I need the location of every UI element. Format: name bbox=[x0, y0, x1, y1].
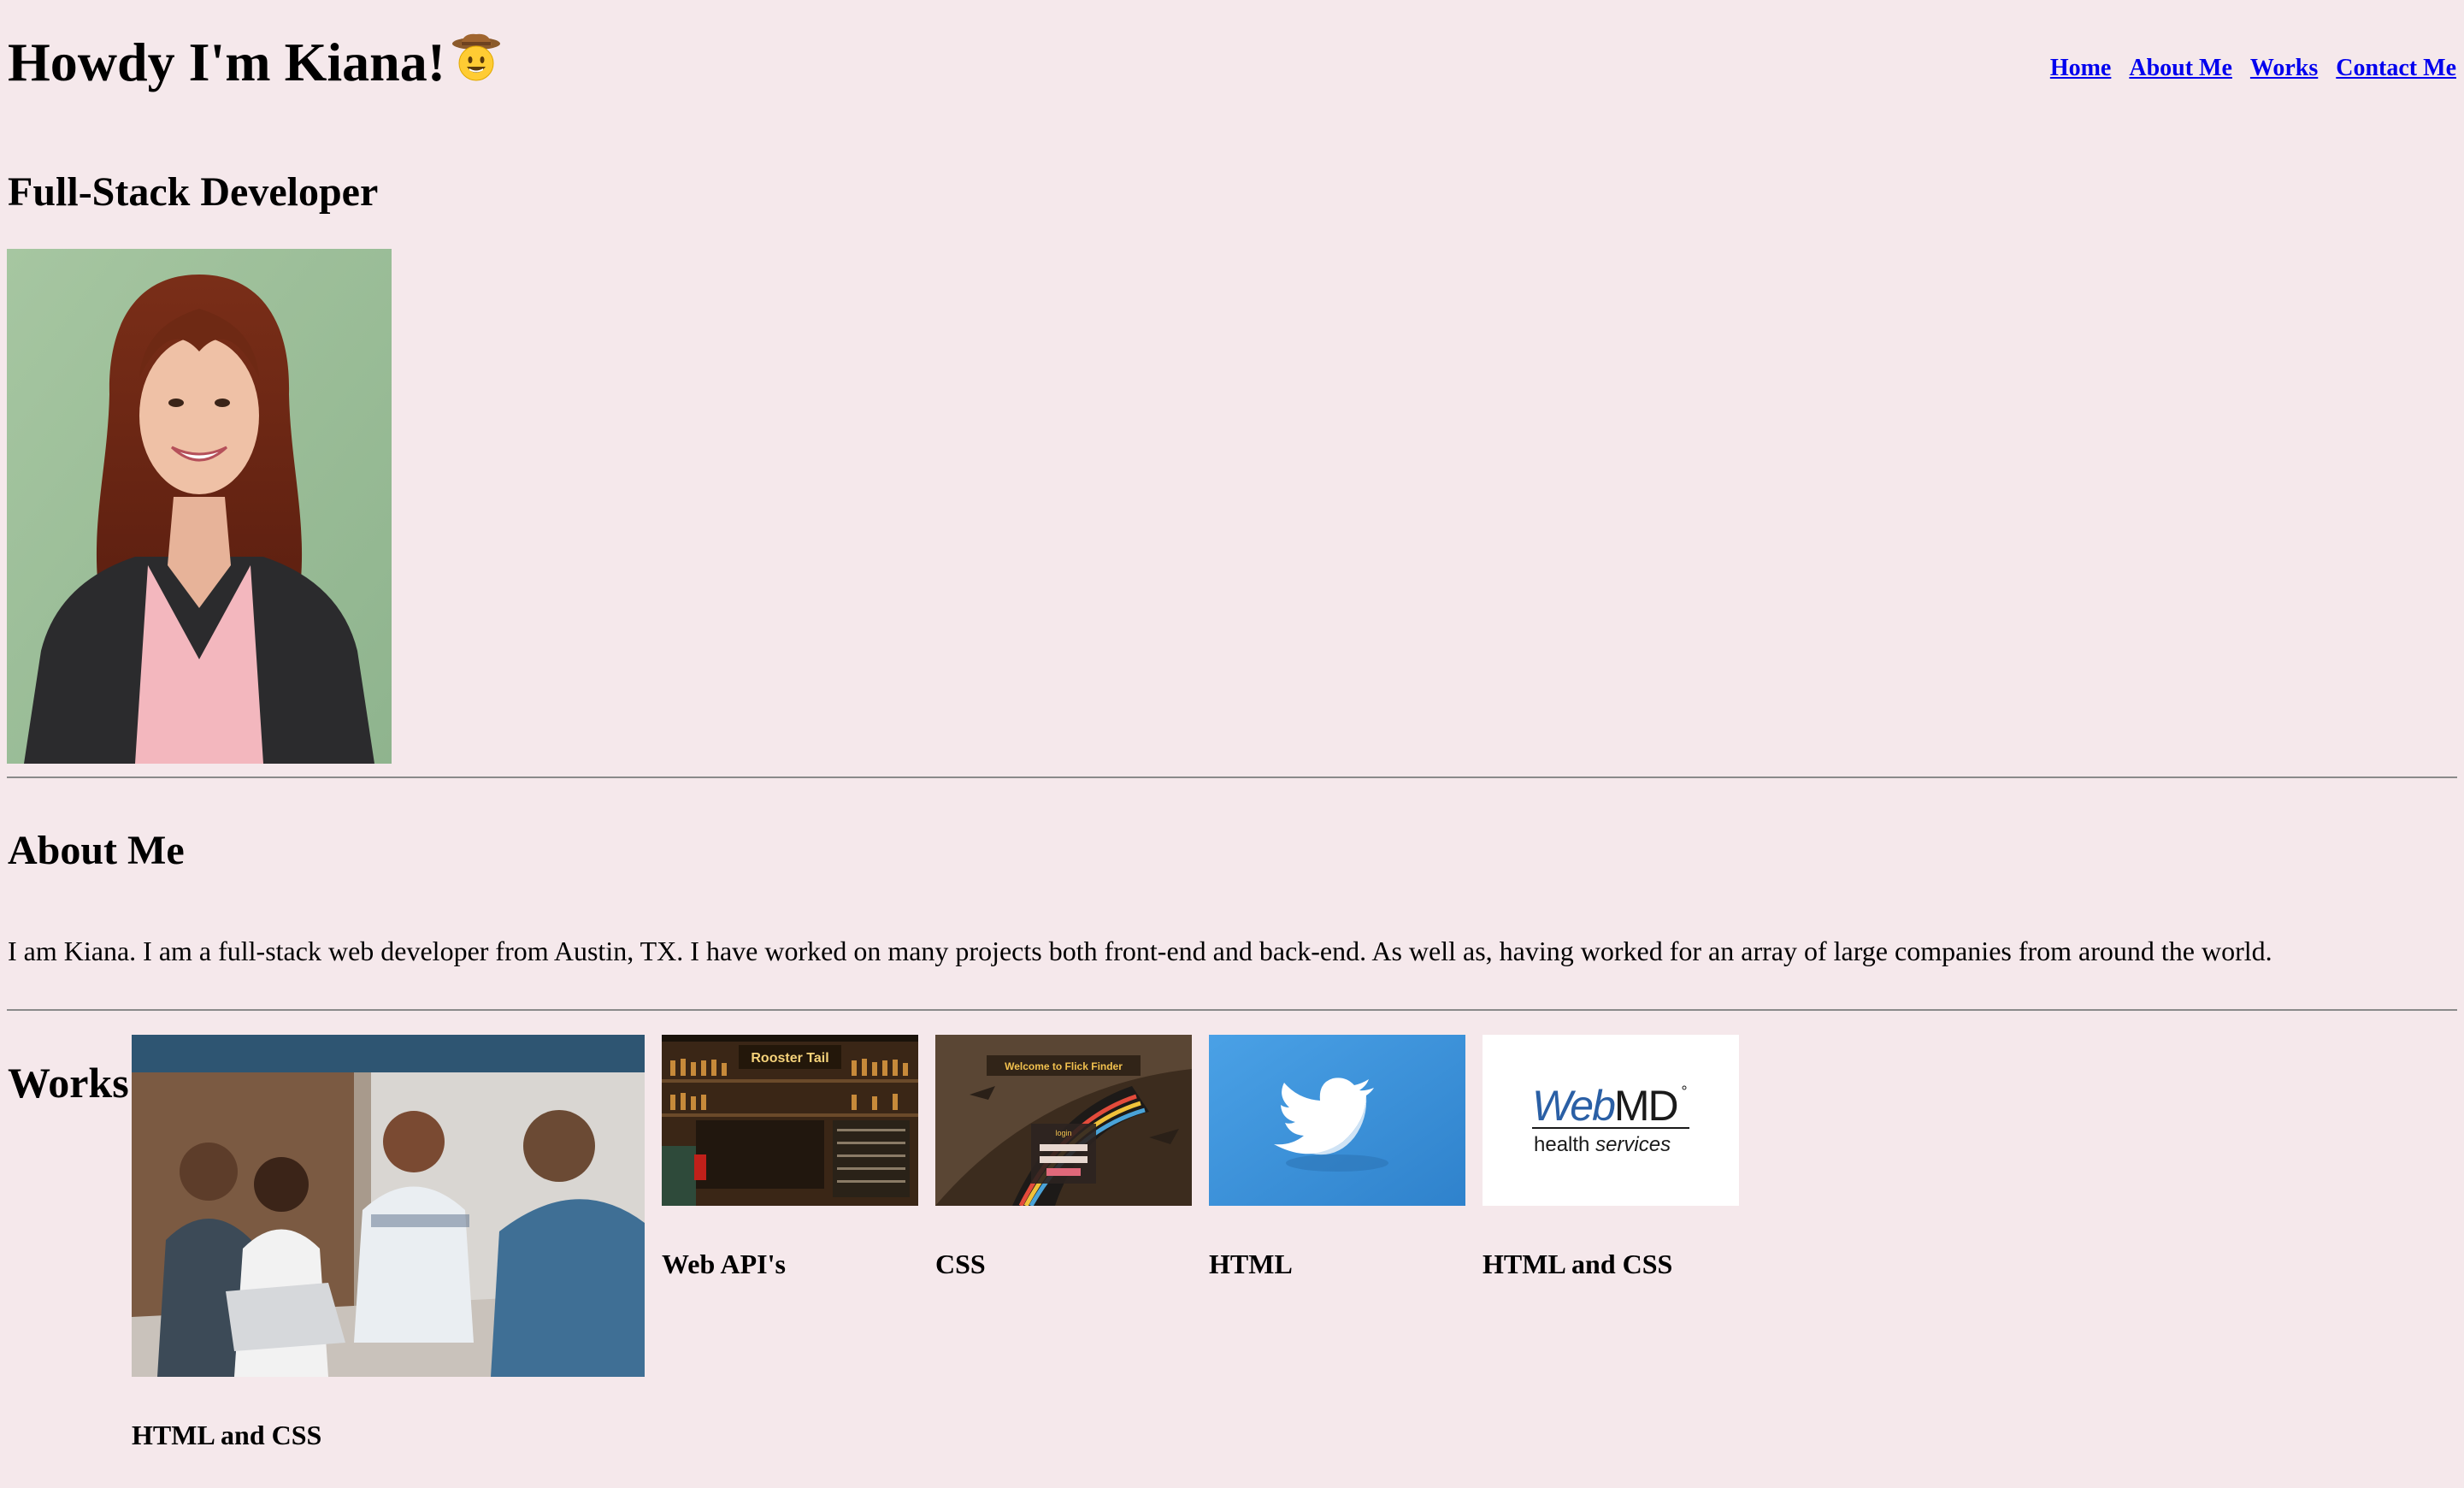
work-item-flick-finder[interactable]: Welcome to Flick Finder login CSS bbox=[935, 1035, 1192, 1279]
section-divider bbox=[7, 776, 2457, 778]
nav-about-me-link[interactable]: About Me bbox=[2129, 55, 2232, 81]
thumb-title: Welcome to Flick Finder bbox=[1005, 1060, 1123, 1072]
svg-text:health services: health services bbox=[1534, 1133, 1671, 1156]
thumb-subtitle: login bbox=[1055, 1129, 1071, 1137]
nav-works-link[interactable]: Works bbox=[2250, 55, 2318, 81]
work-label: HTML and CSS bbox=[132, 1420, 322, 1450]
portrait-photo bbox=[7, 249, 392, 764]
site-title: Howdy I'm Kiana! bbox=[8, 26, 502, 99]
nav-contact-me-link[interactable]: Contact Me bbox=[2336, 55, 2456, 81]
work-item-horiseon[interactable]: HTML and CSS bbox=[132, 1035, 645, 1450]
works-heading: Works bbox=[8, 1059, 129, 1107]
thumb-title: Rooster Tail bbox=[751, 1051, 828, 1066]
work-label: HTML and CSS bbox=[1483, 1249, 1673, 1279]
work-label: HTML bbox=[1209, 1249, 1293, 1279]
work-item-webmd[interactable]: WebMD health services HTML and CSS bbox=[1483, 1035, 1739, 1279]
work-item-rooster-tail[interactable]: Rooster Tail Web API's bbox=[662, 1035, 918, 1279]
about-text: I am Kiana. I am a full-stack web develo… bbox=[8, 936, 2272, 966]
work-item-twitter[interactable]: HTML bbox=[1209, 1035, 1465, 1279]
site-header: Howdy I'm Kiana! Home About Me Works Con… bbox=[0, 0, 2464, 120]
webmd-logo-md: MD bbox=[1614, 1082, 1677, 1130]
svg-text:WebMD: WebMD bbox=[1532, 1082, 1677, 1130]
webmd-logo-services: services bbox=[1595, 1133, 1671, 1156]
work-thumbnail-webmd[interactable]: WebMD health services bbox=[1483, 1035, 1739, 1206]
main-nav: Home About Me Works Contact Me bbox=[2038, 53, 2456, 84]
work-thumbnail-rooster-tail[interactable]: Rooster Tail bbox=[662, 1035, 918, 1206]
nav-home-link[interactable]: Home bbox=[2050, 55, 2112, 81]
page: Howdy I'm Kiana! Home About Me Works Con… bbox=[0, 0, 2464, 1488]
work-thumbnail-twitter[interactable] bbox=[1209, 1035, 1465, 1206]
webmd-logo-health: health bbox=[1534, 1133, 1595, 1156]
cowboy-face-icon bbox=[452, 33, 501, 81]
work-thumbnail-horiseon[interactable] bbox=[132, 1035, 645, 1377]
work-thumbnail-flick-finder[interactable]: Welcome to Flick Finder login bbox=[935, 1035, 1192, 1206]
webmd-logo-web: Web bbox=[1532, 1082, 1615, 1130]
role-heading: Full-Stack Developer bbox=[8, 169, 379, 215]
section-divider bbox=[7, 1009, 2457, 1011]
work-label: Web API's bbox=[662, 1249, 786, 1279]
work-label: CSS bbox=[935, 1249, 986, 1279]
about-heading: About Me bbox=[8, 828, 185, 873]
site-title-text: Howdy I'm Kiana! bbox=[8, 32, 446, 92]
